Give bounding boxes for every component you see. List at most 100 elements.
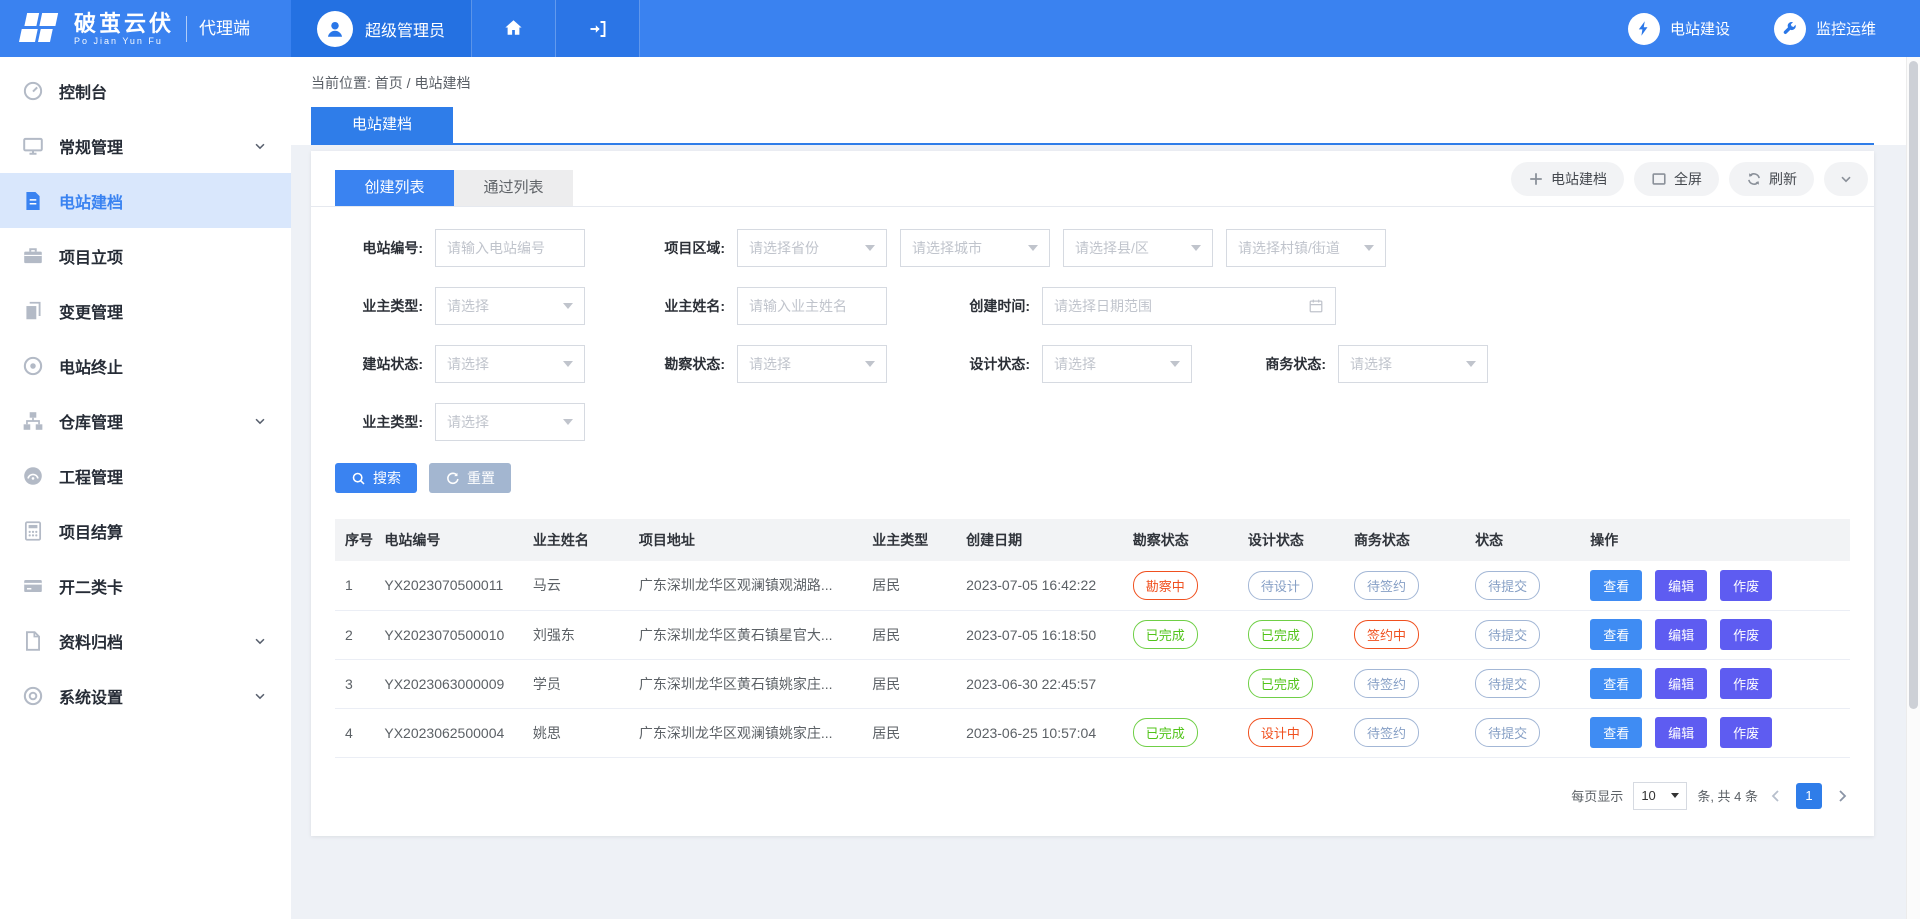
create-station-label: 电站建档 bbox=[1551, 169, 1607, 189]
business-status-select[interactable]: 请选择 bbox=[1338, 345, 1488, 383]
col-no: 序号 bbox=[335, 519, 374, 561]
province-select[interactable]: 请选择省份 bbox=[737, 229, 887, 267]
design-status-badge: 已完成 bbox=[1248, 669, 1313, 698]
view-button[interactable]: 查看 bbox=[1590, 619, 1642, 650]
cell-code: YX2023070500010 bbox=[374, 610, 522, 659]
build-status-label: 建站状态: bbox=[335, 354, 423, 374]
content-panel: 创建列表 通过列表 电站建档 全屏 bbox=[311, 151, 1874, 836]
station-code-label: 电站编号: bbox=[335, 238, 423, 258]
home-button[interactable] bbox=[472, 0, 556, 57]
col-address: 项目地址 bbox=[629, 519, 862, 561]
reset-label: 重置 bbox=[467, 468, 495, 488]
sidebar-item-label: 控制台 bbox=[59, 79, 107, 103]
fullscreen-button[interactable]: 全屏 bbox=[1634, 162, 1719, 196]
total-count-label: 条, 共 4 条 bbox=[1697, 786, 1758, 805]
date-range-input[interactable]: 请选择日期范围 bbox=[1042, 287, 1336, 325]
dashboard-icon bbox=[22, 465, 44, 487]
owner-type-2-select[interactable]: 请选择 bbox=[435, 403, 585, 441]
cell-code: YX2023062500004 bbox=[374, 708, 522, 757]
nav-station-build[interactable]: 电站建设 bbox=[1628, 13, 1730, 45]
user-menu[interactable]: 超级管理员 bbox=[291, 0, 472, 57]
sidebar-item-change-mgmt[interactable]: 变更管理 bbox=[0, 283, 291, 338]
search-label: 搜索 bbox=[373, 468, 401, 488]
sidebar-item-system-settings[interactable]: 系统设置 bbox=[0, 668, 291, 723]
survey-status-label: 勘察状态: bbox=[637, 354, 725, 374]
topbar: 当前位置: 首页 / 电站建档 电站建档 bbox=[291, 57, 1920, 145]
page-number-1[interactable]: 1 bbox=[1796, 783, 1822, 809]
table-row: 1 YX2023070500011 马云 广东深圳龙华区观澜镇观湖路... 居民… bbox=[335, 561, 1850, 610]
scrollbar-track[interactable] bbox=[1906, 57, 1920, 919]
cell-owner: 刘强东 bbox=[523, 610, 629, 659]
owner-name-input[interactable] bbox=[737, 287, 887, 325]
tab-passed-list[interactable]: 通过列表 bbox=[454, 170, 573, 206]
cell-address: 广东深圳龙华区黄石镇星官大... bbox=[629, 610, 862, 659]
build-status-select[interactable]: 请选择 bbox=[435, 345, 585, 383]
field-survey-status: 勘察状态: 请选择 bbox=[637, 345, 942, 383]
station-code-input[interactable] bbox=[435, 229, 585, 267]
sidebar-item-station-termination[interactable]: 电站终止 bbox=[0, 338, 291, 393]
village-select[interactable]: 请选择村镇/街道 bbox=[1226, 229, 1386, 267]
void-button[interactable]: 作废 bbox=[1720, 570, 1772, 601]
county-select[interactable]: 请选择县/区 bbox=[1063, 229, 1213, 267]
field-station-code: 电站编号: bbox=[335, 229, 637, 267]
edit-button[interactable]: 编辑 bbox=[1655, 668, 1707, 699]
edit-button[interactable]: 编辑 bbox=[1655, 619, 1707, 650]
page-tab-station-archive[interactable]: 电站建档 bbox=[311, 107, 453, 143]
edit-button[interactable]: 编辑 bbox=[1655, 717, 1707, 748]
sidebar-item-data-archive[interactable]: 资料归档 bbox=[0, 613, 291, 668]
village-placeholder: 请选择村镇/街道 bbox=[1238, 238, 1340, 258]
nav-monitor-ops[interactable]: 监控运维 bbox=[1774, 13, 1876, 45]
tab-create-list[interactable]: 创建列表 bbox=[335, 170, 454, 206]
per-page-select[interactable]: 10 bbox=[1633, 782, 1687, 810]
design-status-select[interactable]: 请选择 bbox=[1042, 345, 1192, 383]
reset-button[interactable]: 重置 bbox=[429, 463, 511, 493]
sidebar-item-label: 工程管理 bbox=[59, 464, 123, 488]
sidebar-item-label: 仓库管理 bbox=[59, 409, 123, 433]
sidebar-item-label: 电站终止 bbox=[59, 354, 123, 378]
header-spacer bbox=[640, 0, 1628, 57]
cell-owner: 马云 bbox=[523, 561, 629, 610]
field-owner-type: 业主类型: 请选择 bbox=[335, 287, 637, 325]
build-status-placeholder: 请选择 bbox=[447, 354, 489, 374]
wrench-icon bbox=[1781, 20, 1798, 37]
caret-down-icon bbox=[563, 419, 573, 425]
owner-name-label: 业主姓名: bbox=[637, 296, 725, 316]
cell-address: 广东深圳龙华区观澜镇观湖路... bbox=[629, 561, 862, 610]
void-button[interactable]: 作废 bbox=[1720, 717, 1772, 748]
sidebar-item-station-archive[interactable]: 电站建档 bbox=[0, 173, 291, 228]
sidebar-item-warehouse-mgmt[interactable]: 仓库管理 bbox=[0, 393, 291, 448]
refresh-button[interactable]: 刷新 bbox=[1729, 162, 1814, 196]
void-button[interactable]: 作废 bbox=[1720, 668, 1772, 699]
field-region: 项目区域: 请选择省份 请选择城市 请选择县/区 请选 bbox=[637, 229, 1850, 267]
cell-address: 广东深圳龙华区观澜镇姚家庄... bbox=[629, 708, 862, 757]
view-button[interactable]: 查看 bbox=[1590, 668, 1642, 699]
logout-button[interactable] bbox=[556, 0, 640, 57]
scrollbar-thumb[interactable] bbox=[1909, 61, 1918, 709]
user-icon bbox=[324, 18, 346, 40]
collapse-button[interactable] bbox=[1824, 162, 1868, 196]
caret-down-icon bbox=[865, 245, 875, 251]
sidebar: 控制台 常规管理 电站建档 项目立项 变更管理 bbox=[0, 57, 291, 919]
sidebar-item-label: 电站建档 bbox=[59, 189, 123, 213]
search-button[interactable]: 搜索 bbox=[335, 463, 417, 493]
sidebar-item-console[interactable]: 控制台 bbox=[0, 63, 291, 118]
survey-status-select[interactable]: 请选择 bbox=[737, 345, 887, 383]
next-page-icon[interactable] bbox=[1834, 788, 1850, 804]
void-button[interactable]: 作废 bbox=[1720, 619, 1772, 650]
view-button[interactable]: 查看 bbox=[1590, 717, 1642, 748]
view-button[interactable]: 查看 bbox=[1590, 570, 1642, 601]
prev-page-icon[interactable] bbox=[1768, 788, 1784, 804]
create-station-button[interactable]: 电站建档 bbox=[1511, 162, 1624, 196]
field-design-status: 设计状态: 请选择 bbox=[942, 345, 1238, 383]
sidebar-item-project-settlement[interactable]: 项目结算 bbox=[0, 503, 291, 558]
owner-type-select[interactable]: 请选择 bbox=[435, 287, 585, 325]
city-select[interactable]: 请选择城市 bbox=[900, 229, 1050, 267]
station-table: 序号 电站编号 业主姓名 项目地址 业主类型 创建日期 勘察状态 设计状态 商务… bbox=[335, 519, 1850, 758]
sidebar-item-general-mgmt[interactable]: 常规管理 bbox=[0, 118, 291, 173]
sidebar-item-project-initiation[interactable]: 项目立项 bbox=[0, 228, 291, 283]
sidebar-item-engineering-mgmt[interactable]: 工程管理 bbox=[0, 448, 291, 503]
edit-button[interactable]: 编辑 bbox=[1655, 570, 1707, 601]
logo-title: 破茧云伏 bbox=[74, 12, 174, 36]
table-row: 4 YX2023062500004 姚思 广东深圳龙华区观澜镇姚家庄... 居民… bbox=[335, 708, 1850, 757]
sidebar-item-class2-card[interactable]: 开二类卡 bbox=[0, 558, 291, 613]
